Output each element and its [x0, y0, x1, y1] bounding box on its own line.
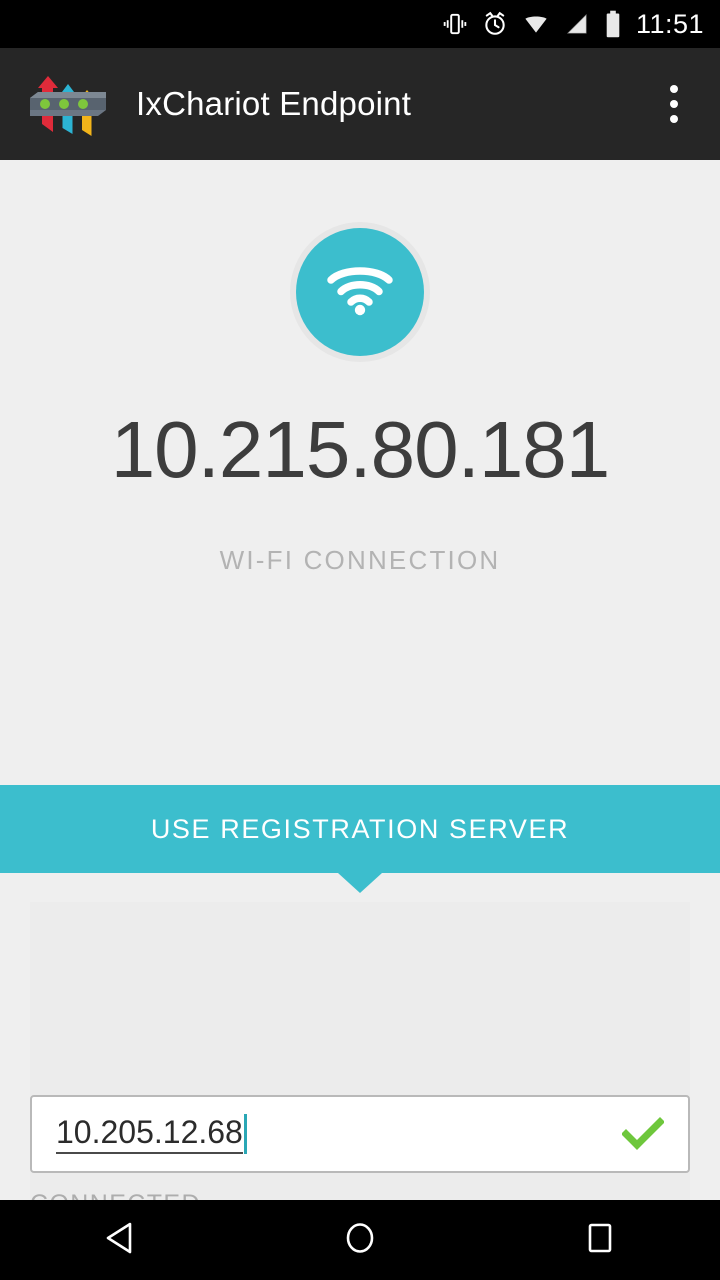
ixchariot-logo — [22, 58, 114, 150]
status-bar-clock: 11:51 — [635, 8, 704, 39]
cellular-signal-icon — [564, 11, 590, 37]
server-address-input[interactable]: 10.205.12.68 — [30, 1095, 690, 1173]
home-circle-icon — [343, 1220, 377, 1261]
nav-home-button[interactable] — [295, 1200, 425, 1280]
wifi-signal-icon — [522, 11, 550, 37]
overflow-dot — [670, 85, 678, 93]
server-address-value-wrap: 10.205.12.68 — [56, 1114, 247, 1155]
nav-recents-button[interactable] — [535, 1200, 665, 1280]
android-screen: 11:51 IxChariot Endpoint 10.215.80.181 W… — [0, 0, 720, 1280]
ip-address-value: 10.215.80.181 — [110, 405, 611, 494]
wifi-status-circle — [296, 228, 424, 356]
banner-pointer-triangle — [338, 873, 382, 893]
app-title: IxChariot Endpoint — [136, 85, 412, 122]
check-icon[interactable] — [622, 1117, 664, 1151]
status-bar: 11:51 — [0, 0, 720, 48]
use-registration-server-button[interactable]: USE REGISTRATION SERVER — [0, 785, 720, 873]
wifi-icon — [325, 263, 395, 322]
app-bar: IxChariot Endpoint — [0, 48, 720, 160]
connection-type-label: WI-FI CONNECTION — [219, 545, 501, 575]
alarm-icon — [482, 11, 508, 37]
back-triangle-icon — [103, 1220, 137, 1261]
recents-square-icon — [583, 1220, 617, 1261]
battery-icon — [604, 10, 622, 38]
connection-indicator — [0, 228, 720, 356]
android-nav-bar — [0, 1200, 720, 1280]
registration-banner-label: USE REGISTRATION SERVER — [150, 813, 570, 844]
vibrate-icon — [442, 11, 468, 37]
overflow-dot — [670, 115, 678, 123]
text-cursor — [243, 1113, 247, 1154]
server-address-value: 10.205.12.68 — [56, 1114, 243, 1155]
nav-back-button[interactable] — [55, 1200, 185, 1280]
overflow-menu-button[interactable] — [650, 72, 698, 136]
main-content: 10.215.80.181 WI-FI CONNECTION USE REGIS… — [0, 160, 720, 1218]
overflow-dot — [670, 100, 678, 108]
